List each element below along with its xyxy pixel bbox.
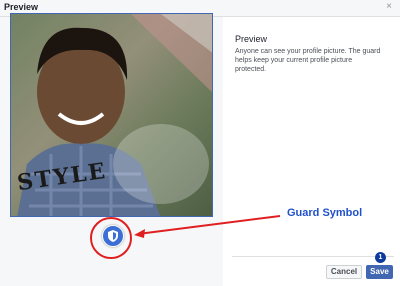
guard-symbol-label: Guard Symbol: [287, 207, 363, 219]
cancel-button[interactable]: Cancel: [326, 265, 362, 279]
shield-glyph: [108, 230, 118, 242]
shield-icon[interactable]: [102, 225, 124, 247]
annotation-arrow: [134, 215, 281, 238]
save-button[interactable]: Save: [366, 265, 393, 279]
footer-divider: [232, 256, 394, 257]
step-badge: 1: [375, 252, 386, 263]
preview-heading: Preview: [235, 34, 268, 44]
preview-description: Anyone can see your profile picture. The…: [235, 48, 381, 73]
